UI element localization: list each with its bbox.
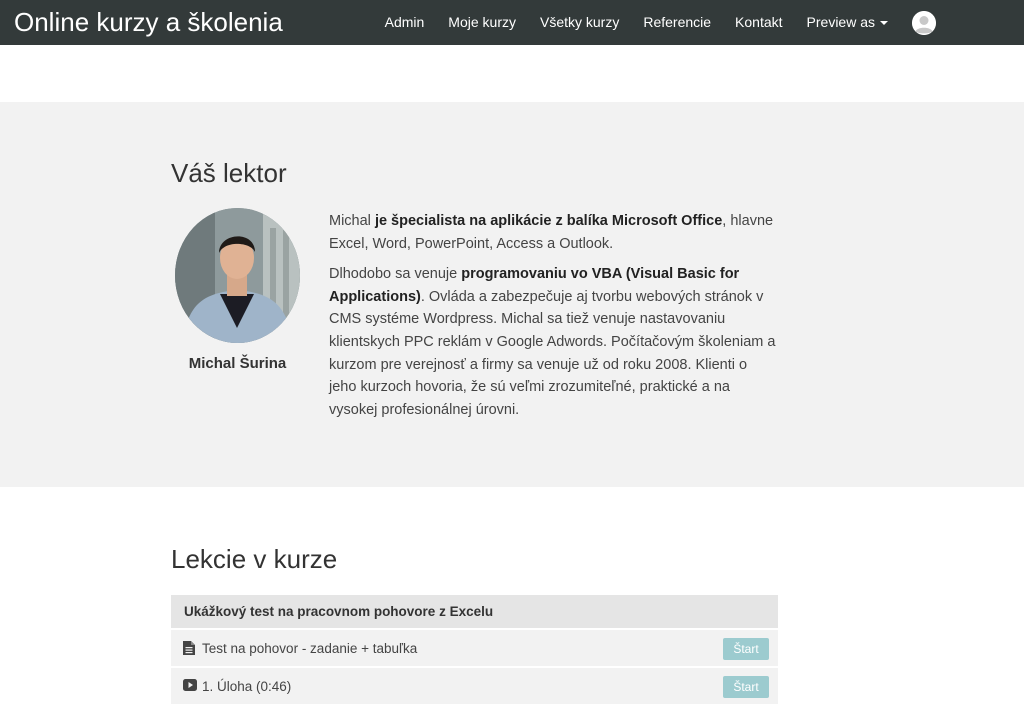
top-navbar: Online kurzy a školenia Admin Moje kurzy… [0,0,1024,45]
lector-photo [175,208,300,343]
lesson-group-title: Ukážkový test na pracovnom pohovore z Ex… [171,595,778,628]
bio-p2-start: Dlhodobo sa venuje [329,266,462,283]
main-nav: Admin Moje kurzy Všetky kurzy Referencie… [385,0,1024,45]
bio-paragraph-1: Michal je špecialista na aplikácie z bal… [329,210,777,255]
bio-p1-emphasis: je špecialista na aplikácie z balíka Mic… [374,213,723,229]
user-icon [912,10,936,35]
lector-heading: Váš lektor [171,158,287,188]
nav-references[interactable]: Referencie [643,0,711,45]
bio-paragraph-2: Dlhodobo sa venuje programovaniu vo VBA … [329,263,777,421]
nav-preview-as[interactable]: Preview as [807,0,888,45]
start-button[interactable]: Štart [723,676,769,698]
brand-title[interactable]: Online kurzy a školenia [14,7,283,37]
lector-section: Váš lektor Michal Šurina Michal je špeci… [0,102,1024,487]
lesson-item-label: 1. Úloha (0:46) [202,679,292,694]
lector-name: Michal Šurina [188,355,287,372]
user-avatar[interactable] [912,10,936,35]
start-button[interactable]: Štart [723,638,769,660]
lesson-item-label: Test na pohovor - zadanie + tabuľka [202,641,418,656]
preview-as-label: Preview as [806,14,875,30]
video-icon [183,679,197,694]
caret-down-icon [880,21,888,26]
lessons-list: Ukážkový test na pracovnom pohovore z Ex… [171,595,778,704]
nav-admin[interactable]: Admin [385,0,425,45]
lessons-heading: Lekcie v kurze [171,544,338,574]
bio-p1-start: Michal [329,213,375,229]
nav-my-courses[interactable]: Moje kurzy [448,0,516,45]
nav-contact[interactable]: Kontakt [735,0,782,45]
document-icon [183,641,195,658]
nav-all-courses[interactable]: Všetky kurzy [540,0,619,45]
lector-portrait-image [175,208,300,343]
lesson-item[interactable]: Test na pohovor - zadanie + tabuľka Štar… [171,628,778,666]
lector-bio: Michal je špecialista na aplikácie z bal… [329,210,777,429]
bio-p2-end: . Ovláda a zabezpečuje aj tvorbu webovýc… [329,288,776,418]
lesson-item[interactable]: 1. Úloha (0:46) Štart [171,666,778,704]
